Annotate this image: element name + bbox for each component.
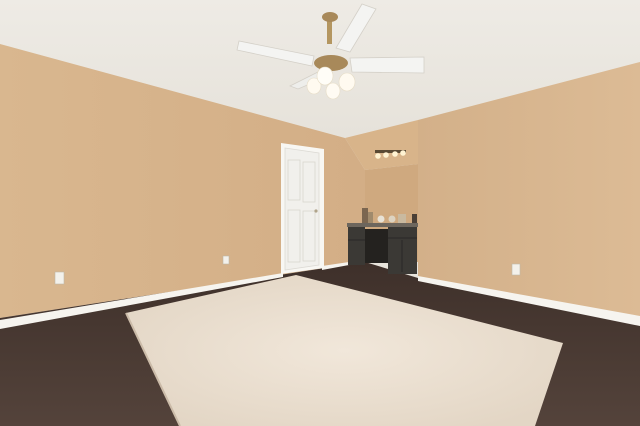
fan-motor-housing: [314, 55, 348, 71]
decor-box: [368, 212, 373, 223]
light-bulb-3: [392, 151, 398, 157]
light-bulb-1: [375, 153, 381, 159]
decor-frame: [398, 214, 406, 223]
fan-light-globe-3: [338, 72, 356, 92]
outlet-right: [511, 263, 521, 276]
door-knob[interactable]: [314, 209, 318, 213]
light-bulb-2: [383, 152, 389, 158]
outlet-left: [54, 271, 65, 285]
fan-light-globe-4: [325, 82, 341, 100]
desk-top: [347, 223, 418, 227]
desk-cabinet-left[interactable]: [348, 227, 365, 265]
decor-vase: [412, 214, 417, 223]
fan-canopy: [322, 12, 338, 22]
fan-blade-right: [349, 56, 425, 74]
outlet-mid: [222, 255, 230, 265]
light-bulb-4: [400, 150, 406, 156]
fan-light-globe-2: [316, 66, 334, 86]
door[interactable]: [284, 147, 320, 271]
decor-ball-2: [388, 215, 396, 223]
decor-jar: [362, 208, 368, 223]
desk-knee-space: [365, 229, 388, 263]
decor-ball-1: [377, 215, 385, 223]
room-photo: [0, 0, 640, 426]
